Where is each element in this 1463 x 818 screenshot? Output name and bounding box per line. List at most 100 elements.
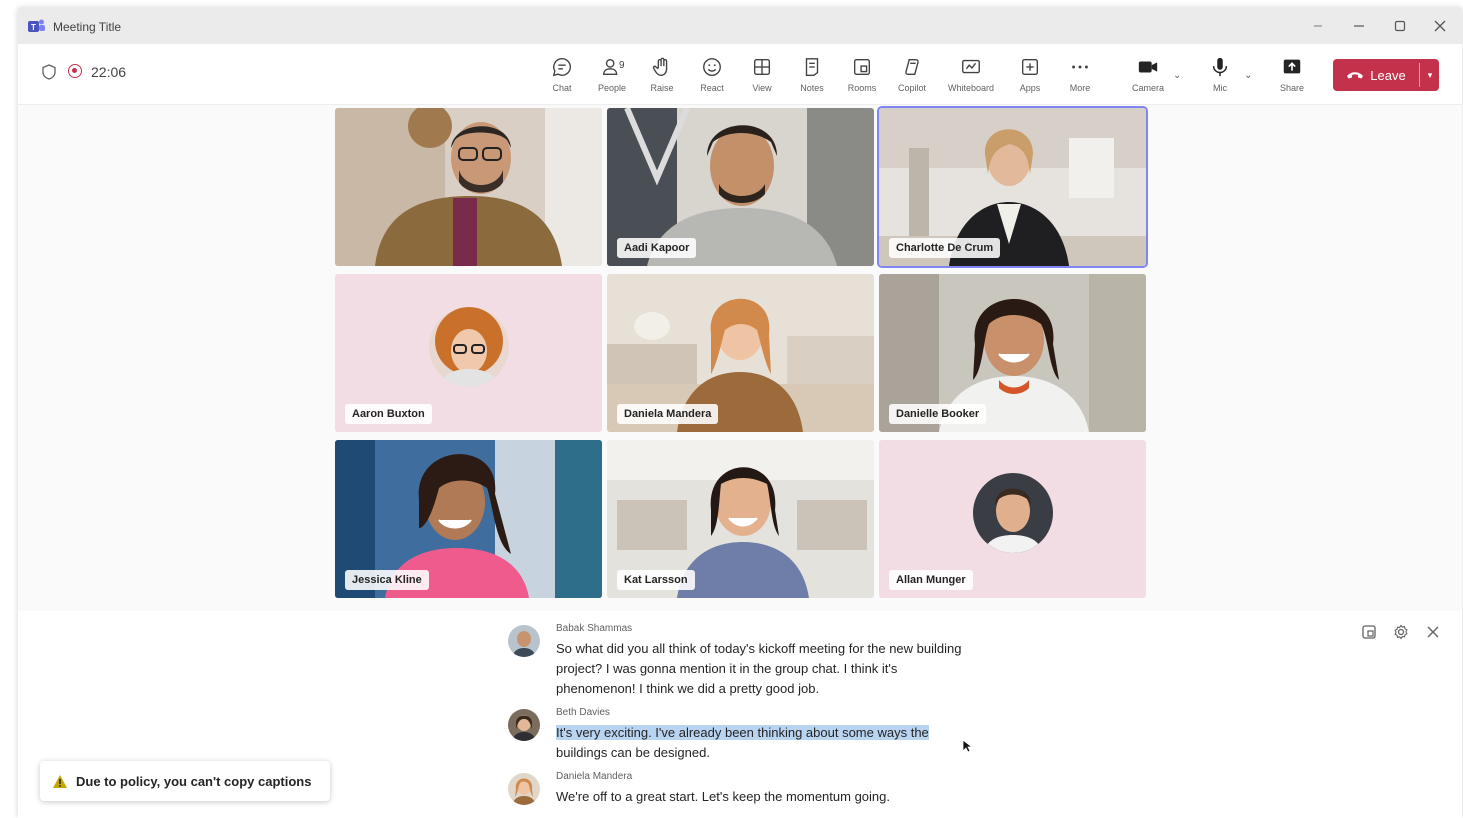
people-count: 9 xyxy=(619,60,625,71)
caption-text: It's very exciting. I've already been th… xyxy=(556,723,966,763)
more-label: More xyxy=(1069,83,1091,93)
dash-icon xyxy=(1314,25,1322,27)
participant-tile[interactable]: Jessica Kline xyxy=(335,440,602,598)
raise-hand-button[interactable]: Raise xyxy=(638,52,686,100)
apps-label: Apps xyxy=(1019,83,1041,93)
react-button[interactable]: React xyxy=(688,52,736,100)
caption-text: We're off to a great start. Let's keep t… xyxy=(556,789,890,804)
mic-icon xyxy=(1212,57,1228,77)
participant-name-tag: Charlotte De Crum xyxy=(889,238,1001,258)
raise-label: Raise xyxy=(650,83,674,93)
leave-options-chevron-icon[interactable]: ▾ xyxy=(1421,59,1439,91)
participant-name-tag: Daniela Mandera xyxy=(617,404,719,424)
chat-icon xyxy=(552,58,571,77)
caption-settings-button[interactable] xyxy=(1390,621,1412,643)
whiteboard-label: Whiteboard xyxy=(947,83,995,93)
leave-divider xyxy=(1419,63,1420,87)
participant-tile[interactable]: Danielle Booker xyxy=(879,274,1146,432)
people-label: People xyxy=(597,83,627,93)
close-window-button[interactable] xyxy=(1423,14,1457,38)
avatar-image xyxy=(508,625,540,657)
caption-speaker-name: Babak Shammas xyxy=(556,623,633,634)
share-button[interactable]: Share xyxy=(1268,52,1316,100)
leave-button-group: Leave ▾ xyxy=(1333,59,1439,91)
window-title: Meeting Title xyxy=(53,20,122,34)
teams-logo-icon: T xyxy=(28,19,45,32)
participant-name-tag: Danielle Booker xyxy=(889,404,987,424)
participant-tile[interactable]: Aadi Kapoor xyxy=(607,108,874,266)
speaker-avatar xyxy=(508,709,540,741)
apps-button[interactable]: Apps xyxy=(1006,52,1054,100)
participant-tile[interactable]: Aaron Buxton xyxy=(335,274,602,432)
minimize-icon xyxy=(1354,25,1364,27)
copilot-icon xyxy=(905,58,919,76)
caption-entry: Beth Davies It's very exciting. I've alr… xyxy=(508,707,978,769)
avatar xyxy=(972,473,1053,553)
speaker-avatar xyxy=(508,773,540,805)
popout-icon xyxy=(1362,625,1376,639)
participant-tile[interactable]: Kat Larsson xyxy=(607,440,874,598)
view-button[interactable]: View xyxy=(738,52,786,100)
rooms-label: Rooms xyxy=(847,83,877,93)
camera-label: Camera xyxy=(1131,83,1164,93)
notes-button[interactable]: Notes xyxy=(788,52,836,100)
camera-options-chevron-icon[interactable]: ⌄ xyxy=(1173,70,1181,81)
participant-tile[interactable]: Daniela Mandera xyxy=(607,274,874,432)
whiteboard-button[interactable]: Whiteboard xyxy=(947,52,995,100)
copilot-button[interactable]: Copilot xyxy=(888,52,936,100)
rooms-button[interactable]: Rooms xyxy=(838,52,886,100)
avatar-image xyxy=(972,473,1053,553)
mic-button[interactable]: Mic xyxy=(1196,52,1244,100)
people-button[interactable]: 9 People xyxy=(588,52,636,100)
share-icon xyxy=(1283,59,1301,74)
svg-text:T: T xyxy=(31,23,36,32)
minimize-compact-button[interactable] xyxy=(1301,14,1335,38)
view-label: View xyxy=(752,83,772,93)
close-captions-button[interactable] xyxy=(1422,621,1444,643)
caption-text-continued: buildings can be designed. xyxy=(556,745,710,760)
copilot-label: Copilot xyxy=(897,83,926,93)
caption-entry: Daniela Mandera We're off to a great sta… xyxy=(508,771,978,813)
more-button[interactable]: More xyxy=(1056,52,1104,100)
minimize-button[interactable] xyxy=(1342,14,1376,38)
participant-tile-active-speaker[interactable]: Charlotte De Crum xyxy=(879,108,1146,266)
toast-message: Due to policy, you can't copy captions xyxy=(76,773,312,789)
caption-popout-button[interactable] xyxy=(1358,621,1380,643)
meeting-toolbar: 22:06 Chat 9 People Raise React View Not… xyxy=(18,44,1462,105)
mic-label: Mic xyxy=(1213,83,1227,93)
leave-button[interactable]: Leave xyxy=(1333,59,1419,91)
react-label: React xyxy=(700,83,724,93)
participant-name-tag: Jessica Kline xyxy=(345,570,429,590)
participant-video xyxy=(335,108,602,266)
mic-options-chevron-icon[interactable]: ⌄ xyxy=(1244,70,1252,81)
caption-entry: Babak Shammas So what did you all think … xyxy=(508,623,978,705)
caption-selected-text[interactable]: It's very exciting. I've already been th… xyxy=(556,725,929,740)
view-icon xyxy=(753,58,771,76)
recording-indicator-icon xyxy=(68,64,82,78)
more-icon xyxy=(1072,65,1088,69)
avatar xyxy=(428,307,509,387)
gear-icon xyxy=(1394,624,1408,640)
notes-icon xyxy=(805,58,819,76)
policy-toast: Due to policy, you can't copy captions xyxy=(40,761,330,801)
maximize-button[interactable] xyxy=(1383,14,1417,38)
meeting-window: T Meeting Title 22:06 Chat 9 People Rais… xyxy=(18,8,1462,818)
participant-tile[interactable] xyxy=(335,108,602,266)
rooms-icon xyxy=(853,58,871,76)
mouse-cursor-icon xyxy=(962,739,972,753)
participant-tile[interactable]: Allan Munger xyxy=(879,440,1146,598)
camera-button[interactable]: Camera xyxy=(1124,52,1172,100)
chat-label: Chat xyxy=(552,83,572,93)
participant-name-tag: Aaron Buxton xyxy=(345,404,432,424)
whiteboard-icon xyxy=(962,59,980,74)
chat-button[interactable]: Chat xyxy=(538,52,586,100)
close-icon xyxy=(1434,20,1446,32)
camera-icon xyxy=(1138,61,1158,73)
speaker-avatar xyxy=(508,625,540,657)
leave-label: Leave xyxy=(1370,67,1406,83)
video-gallery: Aadi Kapoor Charlotte De Crum Aaron Buxt… xyxy=(18,105,1462,611)
phone-hangup-icon xyxy=(1347,72,1364,79)
maximize-icon xyxy=(1394,20,1406,32)
live-captions-panel: Babak Shammas So what did you all think … xyxy=(18,611,1462,818)
shield-icon[interactable] xyxy=(42,64,56,80)
